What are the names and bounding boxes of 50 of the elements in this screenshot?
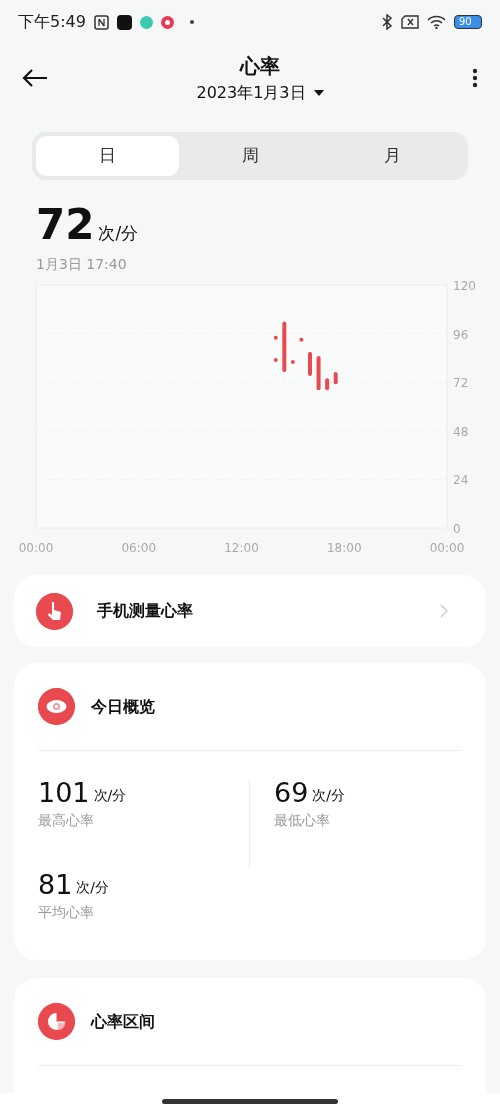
more-icon[interactable] bbox=[472, 68, 478, 88]
wifi-icon bbox=[427, 15, 446, 29]
measure-card[interactable]: 手机测量心率 bbox=[14, 575, 486, 647]
stat-value: 69 bbox=[274, 779, 309, 806]
pie-chart-icon bbox=[38, 1003, 75, 1040]
x-tick-label: 18:00 bbox=[326, 541, 362, 555]
chevron-right-icon bbox=[440, 604, 448, 618]
app-notification-icon bbox=[116, 14, 132, 30]
heart-rate-marks-drawing bbox=[273, 321, 338, 391]
y-tick-label: 120 bbox=[453, 279, 476, 293]
stat-label: 最低心率 bbox=[274, 811, 331, 830]
caret-icon bbox=[313, 90, 324, 96]
status-time: 下午5:49 bbox=[18, 11, 86, 33]
unit-label: 次/分 bbox=[98, 221, 139, 245]
app-notification-icon bbox=[139, 15, 153, 29]
x-tick-label: 00:00 bbox=[429, 541, 465, 555]
y-tick-label: 96 bbox=[453, 327, 469, 342]
x-tick-label: 12:00 bbox=[224, 541, 259, 555]
finger-tap-icon bbox=[36, 592, 73, 630]
section-title: 今日概览 bbox=[91, 695, 155, 718]
unit-label: 次/分 bbox=[93, 786, 127, 805]
x-tick-label: 00:00 bbox=[18, 541, 54, 555]
stat-value: 81 bbox=[38, 871, 73, 898]
measure-label: 手机测量心率 bbox=[97, 600, 194, 622]
y-tick-label: 0 bbox=[453, 522, 461, 536]
stat-label: 最高心率 bbox=[38, 811, 95, 830]
date-picker[interactable]: 2023年1月3日 bbox=[196, 81, 324, 105]
unit-label: 次/分 bbox=[312, 786, 346, 805]
measure-time: 1月3日 17:40 bbox=[36, 255, 128, 274]
page-title: 心率 bbox=[240, 53, 280, 80]
eye-icon bbox=[38, 688, 75, 725]
stat-label: 平均心率 bbox=[38, 903, 95, 922]
x-tick-label: 06:00 bbox=[121, 541, 157, 555]
y-tick-label: 48 bbox=[453, 424, 469, 439]
bluetooth-icon bbox=[381, 14, 393, 30]
y-tick-label: 72 bbox=[453, 376, 469, 391]
section-title: 心率区间 bbox=[91, 1010, 155, 1033]
battery-level: 90 bbox=[459, 17, 472, 27]
stat-value: 101 bbox=[38, 779, 90, 806]
app-notification-icon bbox=[160, 15, 174, 29]
y-tick-label: 24 bbox=[453, 473, 469, 488]
period-tab[interactable]: 月 bbox=[321, 136, 464, 176]
no-sim-icon bbox=[401, 15, 419, 29]
unit-label: 次/分 bbox=[76, 878, 110, 897]
period-tab[interactable]: 周 bbox=[178, 136, 322, 176]
more-notifications-icon bbox=[189, 20, 194, 24]
period-tab[interactable]: 日 bbox=[36, 136, 179, 176]
heart-rate-value: 72 bbox=[36, 204, 95, 246]
nfc-icon bbox=[93, 14, 109, 30]
back-icon[interactable] bbox=[22, 69, 48, 87]
